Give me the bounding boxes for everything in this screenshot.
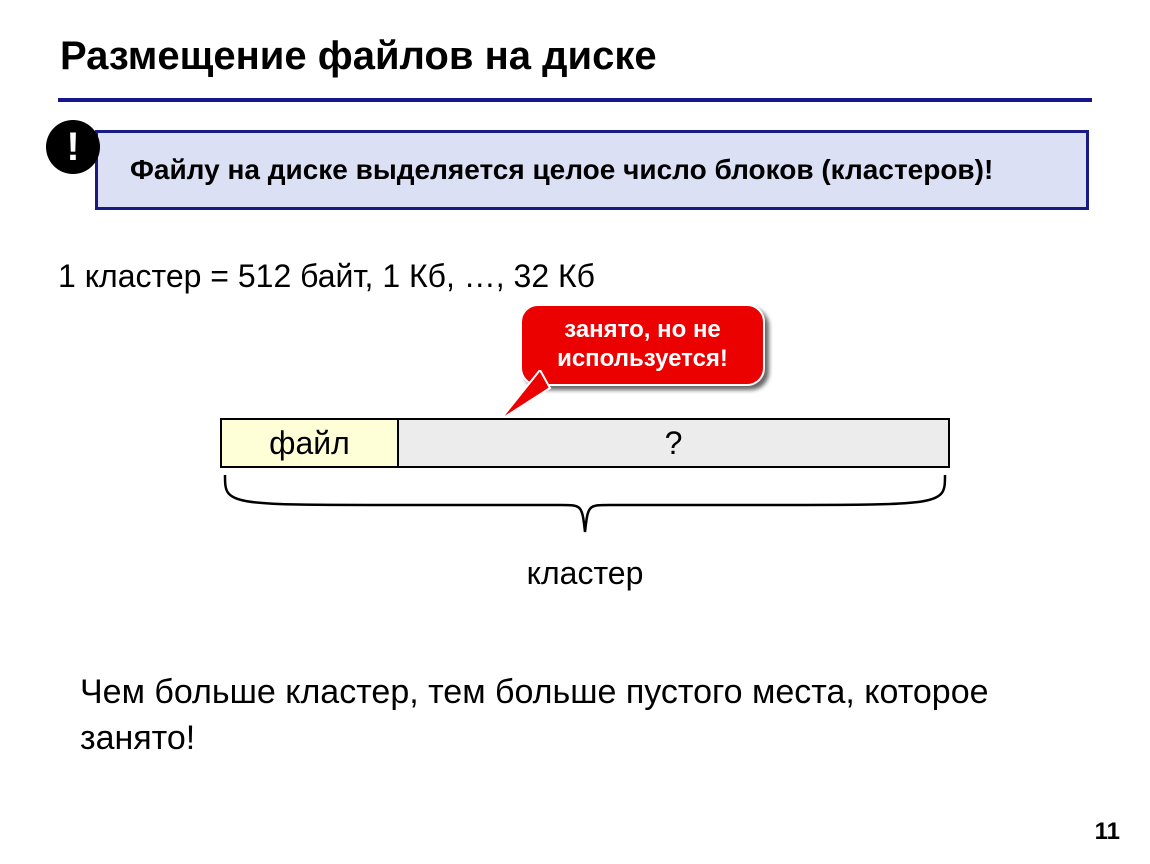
- slide: Размещение файлов на диске Файлу на диск…: [0, 0, 1150, 864]
- slide-title: Размещение файлов на диске: [60, 34, 657, 79]
- title-underline: [58, 98, 1092, 102]
- cluster-sizes-text: 1 кластер = 512 байт, 1 Кб, …, 32 Кб: [58, 258, 595, 295]
- cell-file-label: файл: [269, 425, 350, 462]
- speech-bubble-body: занято, но не используется!: [520, 304, 765, 386]
- cluster-diagram: файл ?: [220, 418, 950, 468]
- cell-file: файл: [222, 420, 399, 466]
- speech-bubble: занято, но не используется!: [520, 304, 765, 386]
- cell-empty-label: ?: [665, 425, 683, 462]
- page-number: 11: [1095, 818, 1120, 846]
- callout-box: Файлу на диске выделяется целое число бл…: [95, 130, 1089, 210]
- bubble-line-2: используется!: [536, 345, 749, 374]
- conclusion-text: Чем больше кластер, тем больше пустого м…: [80, 670, 1070, 762]
- speech-bubble-tail-icon: [500, 370, 560, 420]
- brace-label: кластер: [220, 555, 950, 592]
- cluster-row: файл ?: [220, 418, 950, 468]
- curly-brace-icon: [220, 470, 950, 540]
- exclamation-badge-icon: !: [46, 120, 100, 174]
- bubble-line-1: занято, но не: [536, 316, 749, 345]
- cell-empty: ?: [399, 420, 948, 466]
- exclamation-mark: !: [66, 125, 79, 170]
- callout-text: Файлу на диске выделяется целое число бл…: [130, 154, 993, 186]
